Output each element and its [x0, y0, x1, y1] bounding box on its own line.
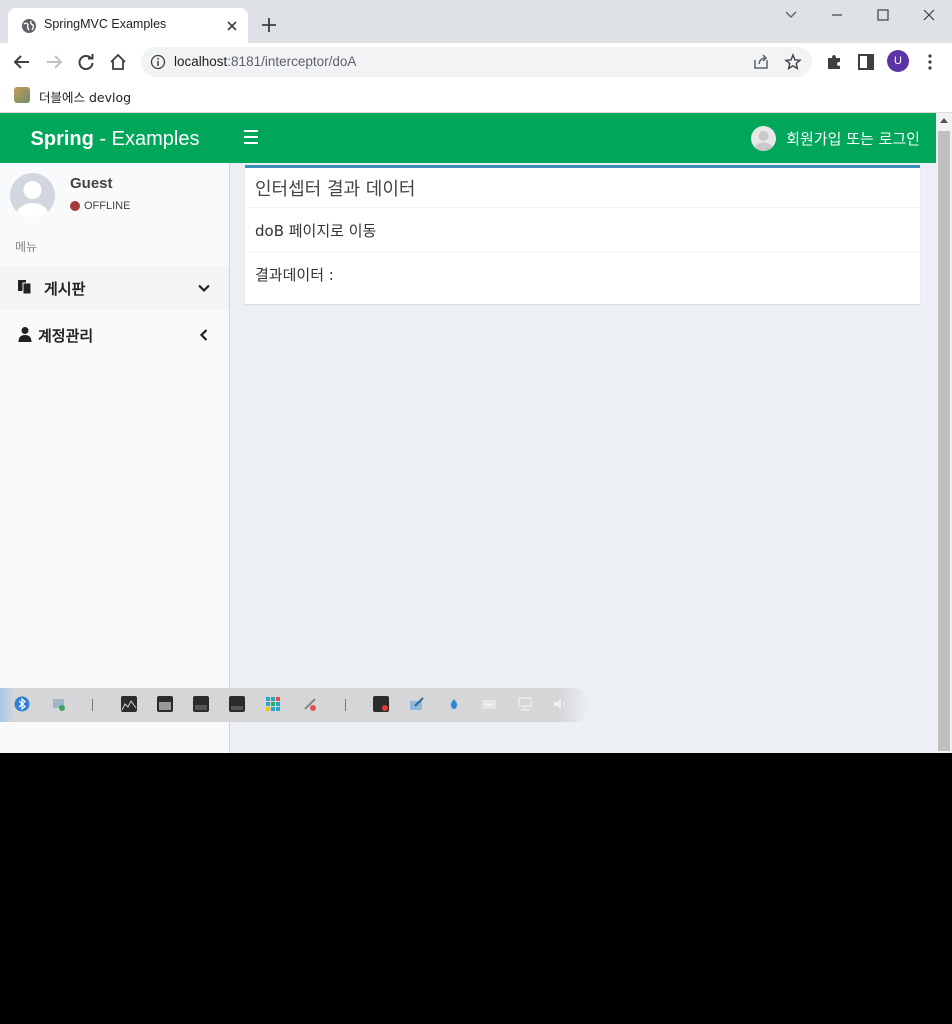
logo-bold: Spring [30, 128, 94, 150]
browser-toolbar: localhost:8181/interceptor/doA U [0, 43, 952, 81]
dob-link[interactable]: doB 페이지로 이동 [255, 220, 376, 241]
floating-taskbar [0, 688, 590, 722]
page: Spring - Examples 회원가입 또는 로그인 Guest OFFL… [0, 113, 936, 753]
reload-icon[interactable] [76, 52, 96, 72]
gpu-monitor-icon[interactable] [229, 696, 245, 712]
url-path: :8181/interceptor/doA [227, 54, 357, 69]
home-icon[interactable] [108, 52, 128, 72]
extensions-puzzle-icon[interactable] [824, 52, 844, 72]
tools-icon[interactable] [302, 696, 318, 712]
site-info-icon[interactable] [150, 54, 166, 70]
hamburger-menu-icon[interactable] [244, 130, 260, 144]
result-data-label: 결과데이터 : [255, 266, 334, 284]
bookmark-favicon-icon [14, 87, 30, 103]
divider [245, 207, 920, 208]
user-icon [18, 327, 32, 342]
sidebar-item-account[interactable]: 계정관리 [0, 313, 229, 357]
result-box: 인터셉터 결과 데이터 doB 페이지로 이동 결과데이터 : [245, 165, 920, 304]
battery-icon[interactable] [481, 696, 497, 712]
close-tab-icon[interactable] [224, 18, 240, 34]
user-panel: Guest OFFLINE [10, 173, 220, 223]
recorder-icon[interactable] [373, 696, 389, 712]
app-logo[interactable]: Spring - Examples [0, 113, 230, 163]
network-drive-icon[interactable] [51, 696, 67, 712]
memory-monitor-icon[interactable] [157, 696, 173, 712]
top-navbar: 회원가입 또는 로그인 [230, 113, 936, 163]
divider [245, 251, 920, 252]
status-dot-icon [70, 201, 80, 211]
scrollbar-thumb[interactable] [938, 131, 950, 751]
share-icon[interactable] [752, 53, 770, 71]
tab-title: SpringMVC Examples [44, 17, 167, 31]
app-grid-icon[interactable] [265, 696, 281, 712]
taskbar-separator [345, 699, 346, 711]
copy-icon [18, 280, 32, 295]
user-status: OFFLINE [70, 200, 130, 212]
browser-tab[interactable]: SpringMVC Examples [8, 8, 248, 43]
globe-icon [22, 19, 36, 33]
sidebar: Guest OFFLINE 메뉴 게시판 계정관리 [0, 163, 230, 753]
drop-icon[interactable] [446, 696, 462, 712]
bookmark-star-icon[interactable] [784, 53, 802, 71]
menu-header: 메뉴 [15, 240, 38, 254]
logo-rest: - Examples [93, 128, 200, 150]
cpu-monitor-icon[interactable] [121, 696, 137, 712]
maximize-icon[interactable] [876, 8, 890, 22]
forward-icon[interactable] [44, 52, 64, 72]
edit-pen-icon[interactable] [409, 696, 425, 712]
user-menu[interactable]: 회원가입 또는 로그인 [751, 125, 920, 151]
url-text: localhost:8181/interceptor/doA [174, 54, 356, 69]
scroll-up-arrow-icon[interactable] [940, 118, 948, 123]
box-title: 인터셉터 결과 데이터 [255, 179, 416, 200]
minimize-icon[interactable] [830, 8, 844, 22]
window-close-icon[interactable] [922, 8, 936, 22]
tab-search-chevron-icon[interactable] [784, 8, 798, 22]
bookmarks-bar: 더블에스 devlog [0, 81, 952, 113]
profile-avatar[interactable]: U [887, 50, 909, 72]
profile-avatar-icon [10, 173, 55, 218]
user-status-label: OFFLINE [84, 200, 131, 212]
sidebar-item-board[interactable]: 게시판 [0, 266, 229, 310]
new-tab-icon[interactable] [260, 16, 278, 34]
bluetooth-icon[interactable] [14, 696, 30, 712]
taskbar-separator [92, 699, 93, 711]
network-icon[interactable] [517, 696, 533, 712]
bookmark-devlog[interactable]: 더블에스 devlog [39, 87, 131, 106]
back-icon[interactable] [12, 52, 32, 72]
address-bar[interactable]: localhost:8181/interceptor/doA [141, 47, 812, 77]
browser-tabbar: SpringMVC Examples [0, 0, 952, 43]
volume-icon[interactable] [551, 696, 567, 712]
side-panel-icon[interactable] [856, 52, 876, 72]
sidebar-item-label: 게시판 [44, 280, 86, 298]
user-menu-label: 회원가입 또는 로그인 [786, 129, 920, 148]
page-scrollbar[interactable] [936, 113, 952, 753]
user-name: Guest [70, 175, 113, 192]
chevron-left-icon [199, 329, 208, 341]
screen: SpringMVC Examples localhost:8181/interc… [0, 0, 952, 753]
user-avatar-icon [751, 125, 777, 151]
disk-monitor-icon[interactable] [193, 696, 209, 712]
more-menu-icon[interactable] [920, 52, 940, 72]
sidebar-item-label: 계정관리 [38, 327, 94, 345]
chevron-down-icon [198, 284, 210, 293]
url-host: localhost [174, 54, 228, 69]
